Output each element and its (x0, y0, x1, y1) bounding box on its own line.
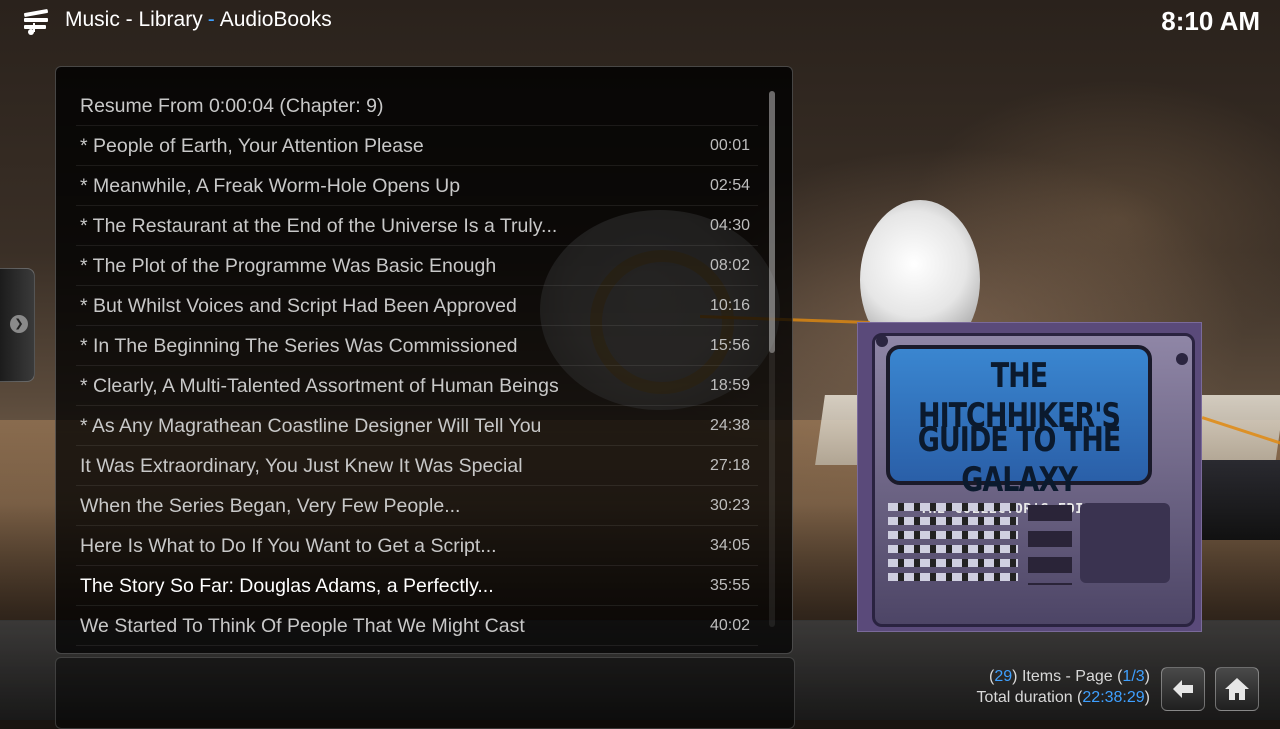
chapter-title: * In The Beginning The Series Was Commis… (80, 335, 518, 357)
items-page-info: (29) Items - Page (1/3) (977, 666, 1150, 687)
chapter-row[interactable]: It Was Extraordinary, You Just Knew It W… (76, 446, 758, 486)
chapter-row[interactable]: * The Plot of the Programme Was Basic En… (76, 246, 758, 286)
chapter-time: 24:38 (709, 417, 750, 434)
chapter-time: 34:05 (709, 537, 750, 554)
side-menu-handle[interactable]: ❯ (0, 268, 35, 382)
breadcrumb: Music - Library - AudioBooks (65, 8, 332, 32)
chapter-row[interactable]: * But Whilst Voices and Script Had Been … (76, 286, 758, 326)
chapter-title: Resume From 0:00:04 (Chapter: 9) (80, 95, 384, 117)
chapter-time: 35:55 (709, 577, 750, 594)
cover-bolt (876, 335, 888, 347)
chapter-title: * The Restaurant at the End of the Unive… (80, 215, 558, 237)
back-button[interactable] (1161, 667, 1205, 711)
chapter-list: Resume From 0:00:04 (Chapter: 9) * People… (76, 86, 758, 646)
cover-title-line2: GUIDE TO THE GALAXY (917, 421, 1122, 500)
chapter-title: It Was Extraordinary, You Just Knew It W… (80, 455, 523, 477)
list-info: (29) Items - Page (1/3) Total duration (… (977, 666, 1150, 708)
chapter-time: 08:02 (709, 257, 750, 274)
chapter-row[interactable]: * In The Beginning The Series Was Commis… (76, 326, 758, 366)
scrollbar-thumb[interactable] (769, 91, 775, 353)
chapter-time: 10:16 (709, 297, 750, 314)
back-arrow-icon (1173, 680, 1193, 698)
chapter-title: We Started To Think Of People That We Mi… (80, 615, 525, 637)
chapter-list-panel: Resume From 0:00:04 (Chapter: 9) * People… (55, 66, 793, 654)
chapter-title: The Story So Far: Douglas Adams, a Perfe… (80, 575, 494, 597)
chapter-row[interactable]: When the Series Began, Very Few People..… (76, 486, 758, 526)
clock: 8:10 AM (1161, 6, 1260, 36)
paren: ) (1144, 689, 1150, 706)
duration-label: Total duration ( (976, 689, 1083, 706)
home-button[interactable] (1215, 667, 1259, 711)
chapter-title: * The Plot of the Programme Was Basic En… (80, 255, 497, 277)
chapter-row[interactable]: * As Any Magrathean Coastline Designer W… (76, 406, 758, 446)
chapter-time: 27:18 (709, 457, 750, 474)
breadcrumb-separator: - (207, 8, 215, 31)
chapter-title: * Meanwhile, A Freak Worm-Hole Opens Up (80, 175, 461, 197)
items-label: ) Items - Page ( (1012, 668, 1123, 685)
cover-screen: THE HITCHHIKER'S GUIDE TO THE GALAXY THE… (886, 345, 1152, 517)
cover-buttons (1028, 505, 1072, 585)
total-duration-info: Total duration (22:38:29) (977, 687, 1150, 708)
list-scrollbar[interactable] (769, 91, 775, 627)
music-library-icon (22, 8, 52, 36)
chapter-time: 00:01 (709, 137, 750, 154)
header: Music - Library - AudioBooks 8:10 AM (0, 0, 1280, 44)
items-count: 29 (994, 668, 1013, 685)
chapter-row[interactable]: The Story So Far: Douglas Adams, a Perfe… (76, 566, 758, 606)
chapter-row[interactable]: * Meanwhile, A Freak Worm-Hole Opens Up 0… (76, 166, 758, 206)
breadcrumb-library: Music - Library (65, 8, 203, 31)
chapter-row[interactable]: * Clearly, A Multi-Talented Assortment o… (76, 366, 758, 406)
chapter-time: 15:56 (709, 337, 750, 354)
chapter-time: 18:59 (709, 377, 750, 394)
chapter-time: 04:30 (709, 217, 750, 234)
chapter-title: * But Whilst Voices and Script Had Been … (80, 295, 517, 317)
chapter-title: When the Series Began, Very Few People..… (80, 495, 461, 517)
chevron-right-icon: ❯ (10, 315, 28, 333)
paren: ) (1144, 668, 1150, 685)
chapter-title: Here Is What to Do If You Want to Get a … (80, 535, 497, 557)
total-duration: 22:38:29 (1082, 689, 1145, 706)
cover-right-pad (1080, 503, 1170, 583)
breadcrumb-current: AudioBooks (219, 8, 332, 31)
page-indicator: 1/3 (1122, 668, 1145, 685)
chapter-title: * People of Earth, Your Attention Please (80, 135, 424, 157)
resume-item[interactable]: Resume From 0:00:04 (Chapter: 9) (76, 86, 758, 126)
chapter-row[interactable]: We Started To Think Of People That We Mi… (76, 606, 758, 646)
chapter-row[interactable]: Here Is What to Do If You Want to Get a … (76, 526, 758, 566)
chapter-row[interactable]: * People of Earth, Your Attention Please… (76, 126, 758, 166)
album-cover: THE HITCHHIKER'S GUIDE TO THE GALAXY THE… (857, 322, 1202, 632)
chapter-time: 40:02 (709, 617, 750, 634)
cover-keypad (888, 503, 1018, 583)
cover-bolt (1176, 353, 1188, 365)
chapter-title: * As Any Magrathean Coastline Designer W… (80, 415, 542, 437)
lower-panel (55, 657, 795, 729)
home-icon (1225, 678, 1249, 700)
chapter-time: 30:23 (709, 497, 750, 514)
chapter-row[interactable]: * The Restaurant at the End of the Unive… (76, 206, 758, 246)
chapter-title: * Clearly, A Multi-Talented Assortment o… (80, 375, 559, 397)
chapter-time: 02:54 (709, 177, 750, 194)
